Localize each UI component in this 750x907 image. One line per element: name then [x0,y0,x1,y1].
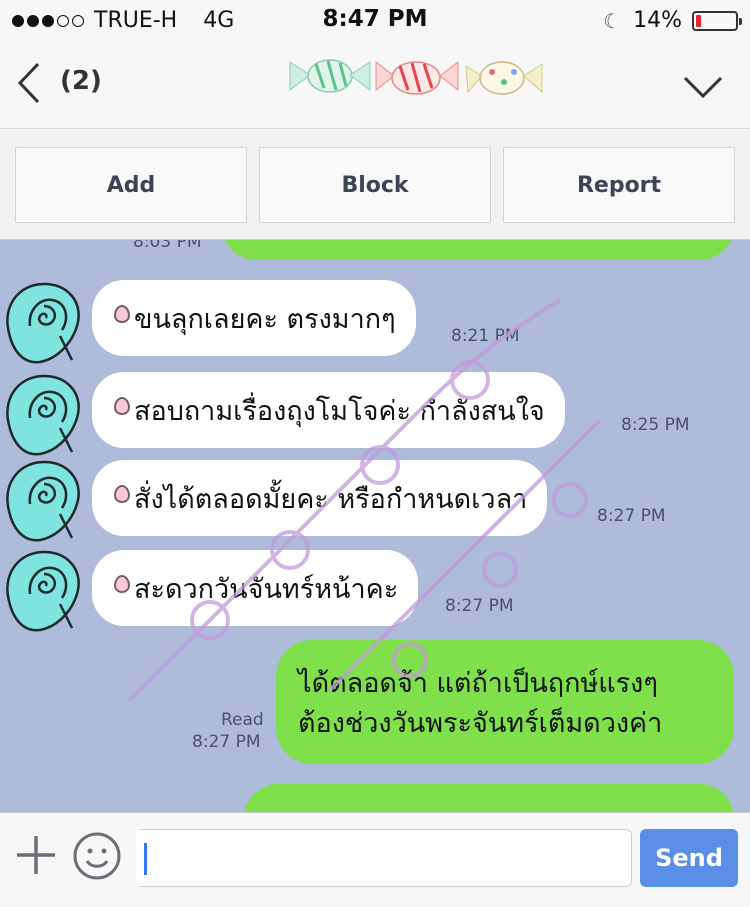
message-text-line: ต้องช่วงวันพระจันทร์เต็มดวงค่า [298,708,663,739]
shell-avatar-icon[interactable] [0,544,92,636]
message-text: สะดวกวันจันทร์หน้าคะ [134,573,399,605]
peach-emoji-icon [114,575,130,593]
add-button[interactable]: Add [15,147,247,223]
outgoing-bubble-partial [244,784,734,812]
candy-green-icon [289,59,371,93]
text-cursor [144,843,147,875]
shell-avatar-icon[interactable] [0,368,92,460]
message-time: 8:21 PM [451,326,520,346]
battery-percent: 14% [633,8,682,33]
message-time: 8:25 PM [621,415,690,435]
emoji-icon[interactable] [72,831,122,881]
candy-dots-icon [465,61,543,95]
message-text: สั่งได้ตลอดมั้ยคะ หรือกำหนดเวลา [134,483,528,515]
incoming-message[interactable]: สั่งได้ตลอดมั้ยคะ หรือกำหนดเวลา [92,460,548,536]
message-time-partial: 8:03 PM [133,240,202,252]
chat-area[interactable]: 8:03 PM ขนลุกเลยคะ ตรงมากๆ 8:21 PM สอบถา… [0,240,750,812]
incoming-message[interactable]: สอบถามเรื่องถุงโมโจค่ะ กำลังสนใจ [92,372,565,448]
battery-fill [696,14,701,27]
peach-emoji-icon [114,305,130,323]
message-time: 8:27 PM [192,732,261,752]
battery-icon [692,10,742,31]
report-button[interactable]: Report [503,147,735,223]
message-text: ขนลุกเลยคะ ตรงมากๆ [134,303,396,335]
action-bar: Add Block Report [0,128,750,240]
chevron-down-icon[interactable] [682,74,724,100]
incoming-message[interactable]: สะดวกวันจันทร์หน้าคะ [92,550,419,626]
read-receipt: Read [221,710,264,730]
message-time: 8:27 PM [445,596,514,616]
back-arrow-icon[interactable] [14,60,44,106]
peach-emoji-icon [114,485,130,503]
block-button[interactable]: Block [259,147,491,223]
chat-header: (2) [0,40,750,128]
message-text-line: ได้ตลอดจ้า แต่ถ้าเป็นฤกษ์แรงๆ [298,668,658,699]
message-text: สอบถามเรื่องถุงโมโจค่ะ กำลังสนใจ [134,395,545,427]
plus-icon[interactable] [14,833,58,877]
message-input[interactable] [136,829,632,887]
do-not-disturb-icon: ☾ [603,8,622,33]
candy-name-sticker [289,59,543,95]
peach-emoji-icon [114,397,130,415]
outgoing-message[interactable]: ได้ตลอดจ้า แต่ถ้าเป็นฤกษ์แรงๆ ต้องช่วงวั… [276,640,734,764]
status-bar: TRUE-H 4G 8:47 PM ☾ 14% [0,0,750,40]
message-input-bar: Send [0,812,750,907]
shell-avatar-icon[interactable] [0,454,92,546]
incoming-message[interactable]: ขนลุกเลยคะ ตรงมากๆ [92,280,416,356]
send-button[interactable]: Send [640,829,738,887]
candy-red-icon [375,60,459,95]
unread-count: (2) [60,66,102,96]
message-time: 8:27 PM [597,506,666,526]
shell-avatar-icon[interactable] [0,276,92,368]
outgoing-bubble-partial [222,240,734,260]
status-right: ☾ 14% [603,8,742,33]
